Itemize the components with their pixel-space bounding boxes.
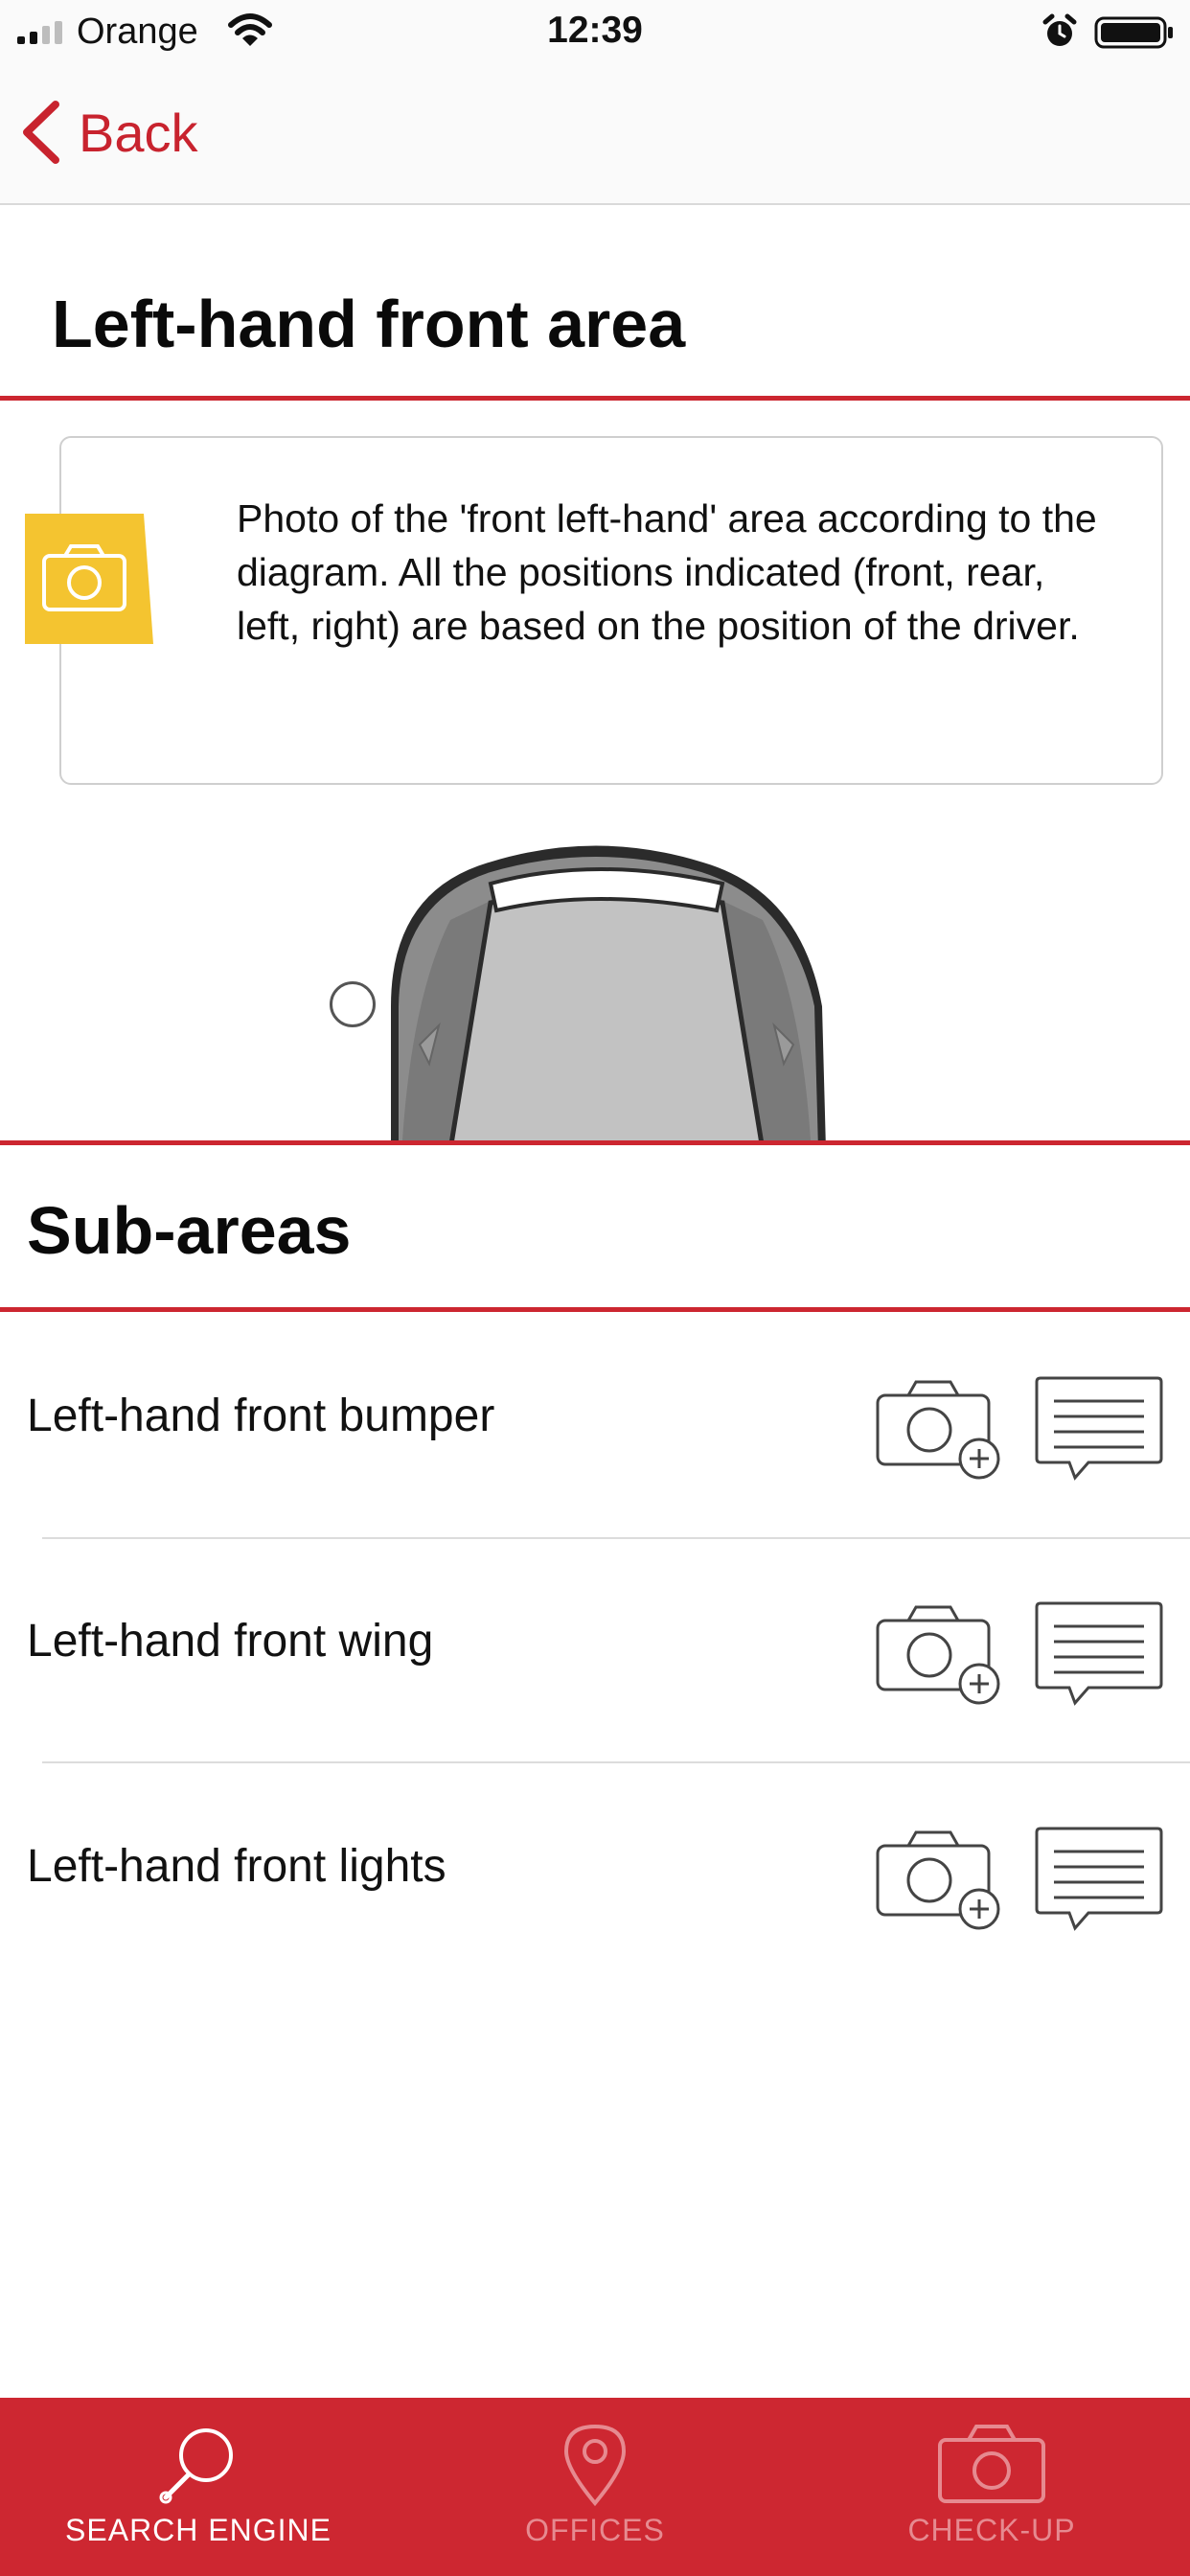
- status-time: 12:39: [547, 10, 643, 51]
- tab-search-engine[interactable]: SEARCH ENGINE: [0, 2398, 397, 2576]
- diagram-divider: [0, 1140, 1190, 1145]
- sub-area-row[interactable]: Left-hand front wing: [0, 1538, 1190, 1762]
- camera-icon: [938, 2425, 1045, 2503]
- back-button[interactable]: Back: [19, 94, 198, 171]
- tab-label: CHECK-UP: [907, 2513, 1076, 2547]
- info-text: Photo of the 'front left-hand' area acco…: [237, 496, 1097, 648]
- comment-icon[interactable]: [1033, 1825, 1165, 1934]
- tab-offices[interactable]: OFFICES: [397, 2398, 793, 2576]
- tab-check-up[interactable]: CHECK-UP: [793, 2398, 1190, 2576]
- alarm-icon: [1042, 13, 1077, 46]
- location-pin-icon: [563, 2424, 627, 2507]
- title-divider: [0, 396, 1190, 401]
- sub-area-label: Left-hand front lights: [27, 1841, 446, 1892]
- battery-icon: [1094, 16, 1173, 49]
- sub-area-row[interactable]: Left-hand front bumper: [0, 1313, 1190, 1537]
- info-card: Photo of the 'front left-hand' area acco…: [59, 436, 1163, 785]
- tab-label: OFFICES: [525, 2513, 665, 2547]
- tab-label: SEARCH ENGINE: [65, 2513, 332, 2547]
- comment-icon[interactable]: [1033, 1374, 1165, 1484]
- sub-areas-title: Sub-areas: [27, 1193, 352, 1268]
- sub-area-label: Left-hand front wing: [27, 1616, 434, 1667]
- comment-icon[interactable]: [1033, 1599, 1165, 1709]
- page-title: Left-hand front area: [52, 287, 686, 361]
- camera-add-icon[interactable]: [874, 1599, 1004, 1707]
- back-label: Back: [79, 102, 198, 163]
- navigation-bar: Back: [0, 65, 1190, 205]
- diagram-position-marker[interactable]: [330, 981, 376, 1027]
- camera-add-icon[interactable]: [874, 1374, 1004, 1482]
- sub-areas-divider: [0, 1307, 1190, 1312]
- status-bar: Orange 12:39: [0, 0, 1190, 65]
- camera-add-icon[interactable]: [874, 1825, 1004, 1932]
- tab-bar: SEARCH ENGINE OFFICES CHECK-UP: [0, 2398, 1190, 2576]
- car-diagram: [0, 834, 1190, 1142]
- search-icon: [159, 2428, 233, 2504]
- chevron-left-icon: [23, 101, 59, 164]
- sub-area-row[interactable]: Left-hand front lights: [0, 1763, 1190, 1988]
- camera-icon: [25, 514, 153, 644]
- sub-area-label: Left-hand front bumper: [27, 1391, 495, 1441]
